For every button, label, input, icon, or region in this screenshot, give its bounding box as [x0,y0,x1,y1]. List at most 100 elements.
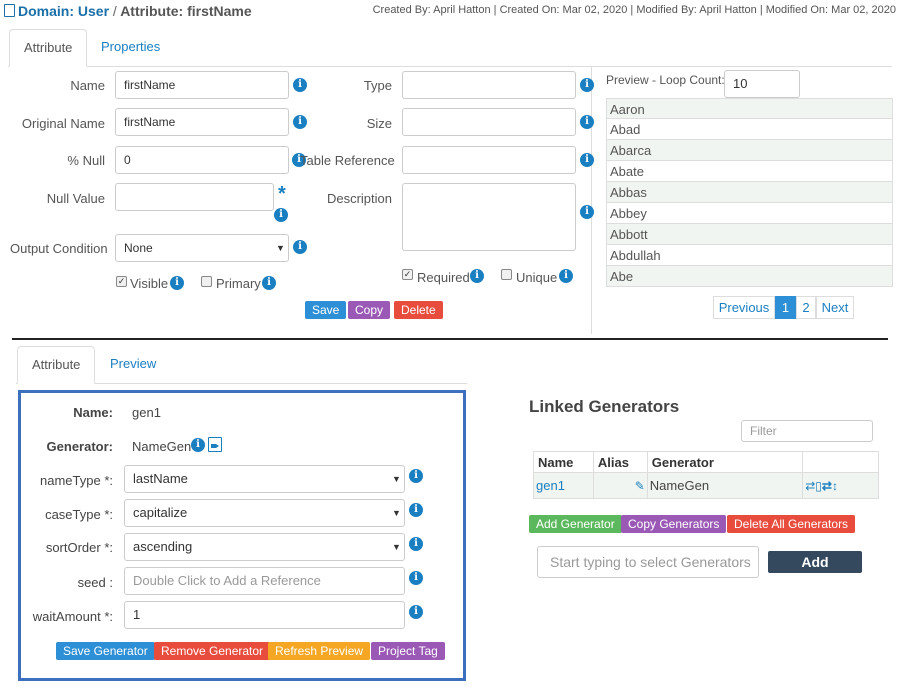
info-icon[interactable]: i [170,276,184,290]
nametype-label: nameType *: [40,473,113,488]
linked-generators-title: Linked Generators [529,397,680,416]
delete-button[interactable]: Delete [394,301,443,319]
chevron-down-icon: ▼ [392,474,401,484]
add-button[interactable]: Add [768,551,862,573]
original-name-label: Original Name [21,116,105,131]
description-textarea[interactable] [402,183,576,251]
info-icon[interactable]: i [580,205,594,219]
info-icon[interactable]: i [293,240,307,254]
row-alias[interactable]: ✎ [592,472,648,499]
tab-properties[interactable]: Properties [87,29,174,67]
info-icon[interactable]: i [409,571,423,585]
divider [591,66,592,334]
copy-generators-button[interactable]: Copy Generators [621,515,727,533]
type-input[interactable] [402,71,576,99]
pencil-icon[interactable]: ✎ [635,479,645,493]
list-item: Abdullah [606,245,893,266]
info-icon[interactable]: i [559,269,573,283]
audit-meta: Created By: April Hatton | Created On: M… [372,4,896,16]
visible-checkbox[interactable]: ✓ [116,276,127,287]
project-tag-button[interactable]: Project Tag [371,642,445,660]
pagination-page-1[interactable]: 1 [775,296,796,319]
list-item: Aaron [606,98,893,119]
asterisk-icon[interactable]: * [278,184,286,204]
null-value-input[interactable] [115,183,274,211]
info-icon[interactable]: i [580,115,594,129]
col-generator[interactable]: Generator [646,451,804,473]
info-icon[interactable]: i [580,153,594,167]
nametype-select[interactable]: lastName [124,465,405,493]
null-value-label: Null Value [46,191,105,206]
nametype-value: lastName [133,471,188,486]
info-icon[interactable]: i [470,269,484,283]
swap-icon[interactable]: ⇄ [805,479,815,493]
list-item: Abad [606,119,893,140]
info-icon[interactable]: i [580,78,594,92]
pagination-previous[interactable]: Previous [713,296,775,319]
filter-input[interactable]: Filter [741,420,873,442]
breadcrumb-domain-link[interactable]: Domain: User [18,3,109,19]
unique-label: Unique [516,270,558,285]
delete-all-generators-button[interactable]: Delete All Generators [727,515,856,533]
info-icon[interactable]: i [262,276,276,290]
name-input[interactable]: firstName [115,71,289,99]
size-input[interactable] [402,108,576,136]
info-icon[interactable]: i [409,605,423,619]
primary-checkbox[interactable] [201,276,212,287]
original-name-input[interactable]: firstName [115,108,289,136]
row-generator: NameGen [646,472,804,499]
sort-vertical-icon[interactable]: ↕ [832,479,838,493]
col-alias[interactable]: Alias [592,451,648,473]
table-reference-label: Table Reference [300,153,395,168]
document-video-icon[interactable] [208,437,222,452]
casetype-value: capitalize [133,505,188,520]
table-reference-input[interactable] [402,146,576,174]
tab-generator-preview[interactable]: Preview [96,346,170,384]
list-item: Abbey [606,203,893,224]
list-item: Abarca [606,140,893,161]
refresh-preview-button[interactable]: Refresh Preview [268,642,371,660]
loop-count-input[interactable]: 10 [724,70,800,98]
info-icon[interactable]: i [409,537,423,551]
breadcrumb-current: Attribute: firstName [120,3,252,19]
required-label: Required [417,270,470,285]
save-generator-button[interactable]: Save Generator [56,642,155,660]
output-condition-value: None [124,241,153,255]
sortorder-select[interactable]: ascending [124,533,405,561]
generator-search-input[interactable]: Start typing to select Generators [537,546,759,578]
tab-attribute[interactable]: Attribute [9,29,88,67]
col-name[interactable]: Name [533,451,594,473]
type-label: Type [363,78,392,93]
required-checkbox[interactable]: ✓ [402,269,413,280]
unique-checkbox[interactable] [501,269,512,280]
tab-generator-attribute[interactable]: Attribute [17,346,96,384]
save-button[interactable]: Save [305,301,347,319]
info-icon[interactable]: i [409,503,423,517]
info-icon[interactable]: i [191,438,205,452]
null-pct-label: % Null [67,153,105,168]
chevron-down-icon: ▼ [392,542,401,552]
pagination-page-2[interactable]: 2 [796,296,816,319]
casetype-select[interactable]: capitalize [124,499,405,527]
remove-generator-button[interactable]: Remove Generator [154,642,271,660]
null-pct-input[interactable]: 0 [115,146,289,174]
output-condition-select[interactable]: None [115,234,289,262]
pagination-next[interactable]: Next [816,296,854,319]
info-icon[interactable]: i [274,208,288,222]
output-condition-label: Output Condition [10,241,108,256]
top-bar: Domain: User / Attribute: firstName Crea… [0,0,900,24]
document-icon [4,4,15,17]
info-icon[interactable]: i [409,469,423,483]
row-name-link[interactable]: gen1 [533,472,594,499]
waitamount-input[interactable]: 1 [124,601,405,629]
size-label: Size [366,116,392,131]
table-row: gen1 ✎ NameGen ⇄▯⇄↕ [533,472,879,499]
casetype-label: caseType *: [45,507,113,522]
copy-button[interactable]: Copy [348,301,391,319]
add-generator-button[interactable]: Add Generator [529,515,622,533]
seed-input[interactable]: Double Click to Add a Reference [124,567,405,595]
transfer-icon[interactable]: ⇄ [822,479,832,493]
loop-count-label: Preview - Loop Count: [606,73,725,87]
generator-name-label: Name: [73,405,113,420]
trash-icon[interactable]: ▯ [815,479,822,493]
